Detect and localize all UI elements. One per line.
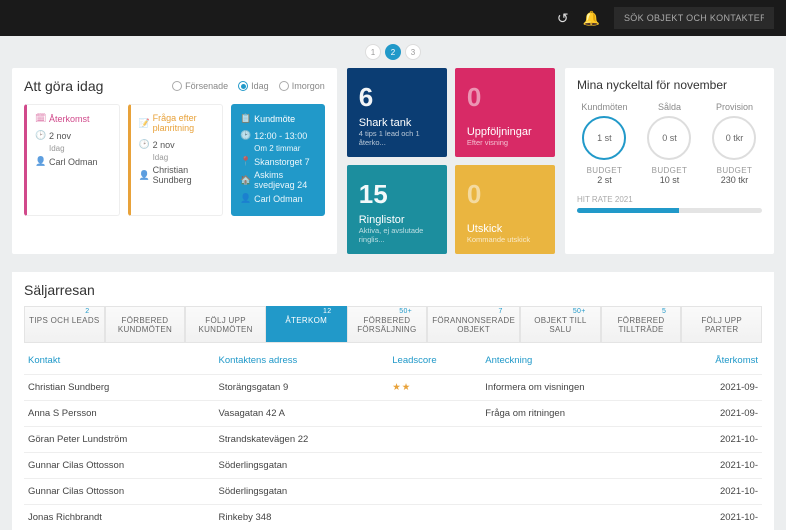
home-icon: 🏠 [240,175,250,186]
todo-panel: Att göra idag Försenade Idag Imorgon 🗓Åt… [12,68,337,254]
hit-rate-bar [577,208,762,213]
todo-title: Att göra idag [24,78,103,94]
clock-icon: 🕑 [139,139,149,150]
todo-card-kundmote[interactable]: 📋Kundmöte 🕑12:00 - 13:00 Om 2 timmar 📍Sk… [231,104,325,216]
table-row[interactable]: Gunnar Cilas OttossonSöderlingsgatan2021… [24,479,762,505]
hit-rate-label: HIT RATE 2021 [577,195,762,204]
col-anteckning[interactable]: Anteckning [481,347,672,375]
pin-icon: 📍 [240,156,250,167]
page-1[interactable]: 1 [365,44,381,60]
col-leadscore[interactable]: Leadscore [388,347,481,375]
col-aterkomst[interactable]: Återkomst [672,347,762,375]
tile-uppfoljningar[interactable]: 0 UppföljningarEfter visning [455,68,555,157]
table-row[interactable]: Jonas RichbrandtRinkeby 3482021-10- [24,505,762,530]
clock-icon: 🕑 [35,130,45,141]
journey-table: Kontakt Kontaktens adress Leadscore Ante… [24,347,762,530]
user-icon: 👤 [139,170,149,181]
tab-forannonserade[interactable]: FÖRANNONSERADE OBJEKT7 [427,306,520,342]
tile-utskick[interactable]: 0 UtskickKommande utskick [455,165,555,254]
calendar-icon: 🗓 [35,113,45,124]
tab-aterkom[interactable]: ÅTERKOM12 [266,306,347,342]
kpi-kundmoten: Kundmöten 1 st BUDGET 2 st [577,102,632,185]
tab-objekt-till-salu[interactable]: OBJEKT TILL SALU50+ [520,306,601,342]
journey-tabs: TIPS OCH LEADS2 FÖRBERED KUNDMÖTEN FÖLJ … [24,306,762,343]
pager: 1 2 3 [0,36,786,68]
search-input[interactable] [614,7,774,29]
todo-card-fraga[interactable]: 📝Fråga efter planritning 🕑2 nov Idag 👤Ch… [128,104,224,216]
tile-shark-tank[interactable]: 6 Shark tank4 tips 1 lead och 1 återko..… [347,68,447,157]
tab-forbered-forsaljning[interactable]: FÖRBERED FÖRSÄLJNING50+ [347,306,428,342]
kpi-panel: Mina nyckeltal för november Kundmöten 1 … [565,68,774,254]
stat-tiles: 6 Shark tank4 tips 1 lead och 1 återko..… [347,68,555,254]
todo-filters: Försenade Idag Imorgon [172,81,325,91]
topbar: ↺ 🔔 [0,0,786,36]
history-icon[interactable]: ↺ [557,10,569,27]
table-row[interactable]: Gunnar Cilas OttossonSöderlingsgatan2021… [24,453,762,479]
kpi-salda: Sålda 0 st BUDGET 10 st [642,102,697,185]
todo-card-aterkomst[interactable]: 🗓Återkomst 🕑2 nov Idag 👤Carl Odman [24,104,120,216]
kpi-provision: Provision 0 tkr BUDGET 230 tkr [707,102,762,185]
filter-forsenade[interactable]: Försenade [172,81,228,91]
kpi-title: Mina nyckeltal för november [577,78,762,92]
page-2[interactable]: 2 [385,44,401,60]
table-row[interactable]: Göran Peter LundströmStrandskatevägen 22… [24,427,762,453]
page-3[interactable]: 3 [405,44,421,60]
clock-icon: 🕑 [240,130,250,141]
journey-title: Säljarresan [24,282,762,298]
tile-ringlistor[interactable]: 15 RinglistorAktiva, ej avslutade ringli… [347,165,447,254]
journey-panel: Säljarresan TIPS OCH LEADS2 FÖRBERED KUN… [12,272,774,530]
bell-icon[interactable]: 🔔 [583,10,600,27]
tab-forbered-tilltrade[interactable]: FÖRBERED TILLTRÄDE5 [601,306,682,342]
col-kontakt[interactable]: Kontakt [24,347,215,375]
table-row[interactable]: Anna S PerssonVasagatan 42 AFråga om rit… [24,401,762,427]
filter-imorgon[interactable]: Imorgon [279,81,325,91]
tab-folj-upp-kundmoten[interactable]: FÖLJ UPP KUNDMÖTEN [185,306,266,342]
col-adress[interactable]: Kontaktens adress [215,347,389,375]
user-icon: 👤 [35,156,45,167]
tab-forbered-kundmoten[interactable]: FÖRBERED KUNDMÖTEN [105,306,186,342]
table-row[interactable]: Christian SundbergStorängsgatan 9★★Infor… [24,375,762,401]
note-icon: 📝 [139,118,149,129]
tab-folj-upp-parter[interactable]: FÖLJ UPP PARTER [681,306,762,342]
tab-tips-leads[interactable]: TIPS OCH LEADS2 [24,306,105,342]
user-icon: 👤 [240,193,250,204]
filter-idag[interactable]: Idag [238,81,269,91]
meeting-icon: 📋 [240,113,250,124]
